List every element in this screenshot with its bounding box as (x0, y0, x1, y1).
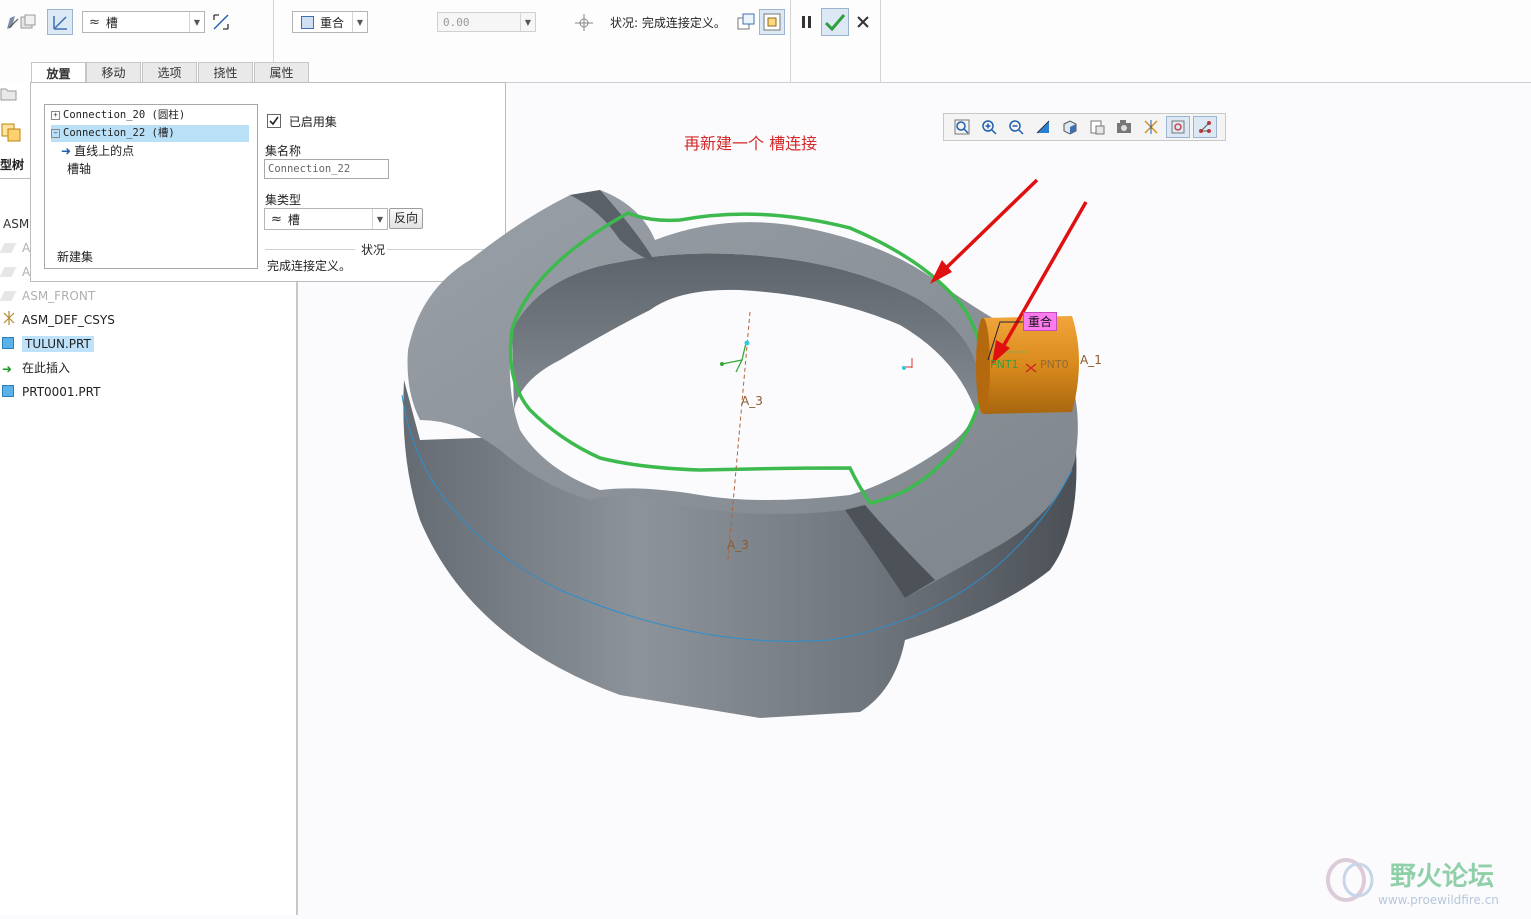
datum-point-pnt0: PNT0 (1040, 358, 1069, 371)
datum-point-pnt1: PNT1 (990, 358, 1019, 371)
axis-label-a3-top: A_3 (741, 394, 763, 408)
red-arrow-1 (930, 178, 1039, 284)
constraint-tag[interactable]: 重合 (1023, 312, 1058, 331)
watermark-name: 野火论坛 (1390, 862, 1495, 892)
axis-label-a3-bottom: A_3 (727, 538, 749, 552)
model-view (401, 178, 1088, 718)
watermark-url: www.proewildfire.cn (1378, 893, 1499, 907)
watermark-logo (1322, 852, 1382, 912)
axis-label-a1: A_1 (1080, 353, 1102, 367)
